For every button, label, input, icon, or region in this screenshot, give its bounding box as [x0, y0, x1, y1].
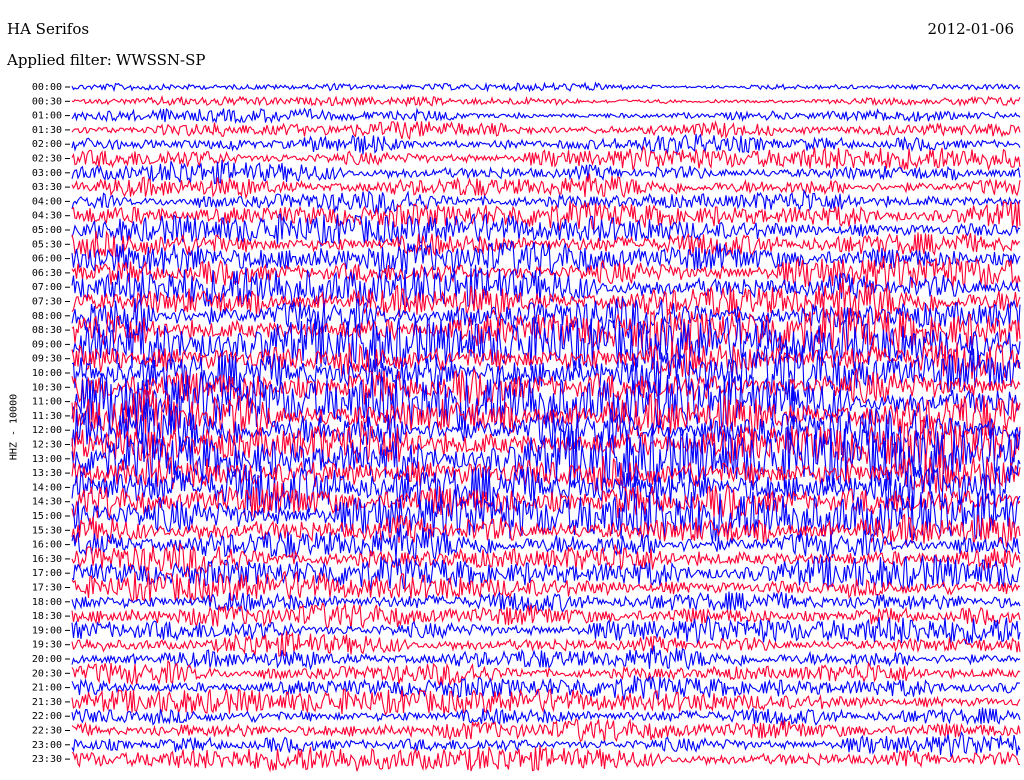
- time-tick-label: 18:30: [32, 611, 62, 622]
- time-tick-label: 07:00: [32, 282, 62, 293]
- time-tick-label: 19:30: [32, 640, 62, 651]
- time-tick-label: 00:00: [32, 82, 62, 93]
- time-tick-label: 11:30: [32, 411, 62, 422]
- trace-row: [71, 745, 1020, 773]
- time-tick-label: 14:00: [32, 482, 62, 493]
- helicorder-plot: 00:00 00:30 01:00 01:30 02:00 02:30 03:00 03:30…: [32, 81, 1021, 773]
- time-tick-label: 23:30: [32, 754, 62, 765]
- trace-row: [71, 145, 1021, 173]
- time-tick-label: 22:30: [32, 726, 62, 737]
- time-tick-label: 10:30: [32, 382, 62, 393]
- time-tick-label: 04:30: [32, 211, 62, 222]
- trace-row: [71, 159, 1021, 185]
- trace-row: [71, 81, 1021, 93]
- time-tick-label: 02:00: [32, 139, 62, 150]
- time-ticks: 00:00 00:30 01:00 01:30 02:00 02:30 03:00 03:30…: [32, 82, 70, 765]
- time-tick-label: 20:00: [32, 654, 62, 665]
- trace-row: [71, 94, 1021, 108]
- time-tick-label: 09:00: [32, 339, 62, 350]
- time-tick-label: 10:00: [32, 368, 62, 379]
- time-tick-label: 17:00: [32, 568, 62, 579]
- time-tick-label: 17:30: [32, 583, 62, 594]
- trace-row: [71, 675, 1020, 701]
- time-tick-label: 20:30: [32, 668, 62, 679]
- time-tick-label: 18:00: [32, 597, 62, 608]
- time-tick-label: 05:00: [32, 225, 62, 236]
- time-tick-label: 07:30: [32, 297, 62, 308]
- time-tick-label: 16:00: [32, 540, 62, 551]
- time-tick-label: 03:30: [32, 182, 62, 193]
- time-tick-label: 14:30: [32, 497, 62, 508]
- time-tick-label: 22:00: [32, 711, 62, 722]
- time-tick-label: 21:00: [32, 683, 62, 694]
- time-tick-label: 21:30: [32, 697, 62, 708]
- trace-row: [71, 717, 1021, 743]
- time-tick-label: 02:30: [32, 154, 62, 165]
- trace-row: [71, 133, 1021, 156]
- time-tick-label: 13:00: [32, 454, 62, 465]
- trace-row: [71, 107, 1021, 125]
- time-tick-label: 12:30: [32, 440, 62, 451]
- time-tick-label: 19:00: [32, 625, 62, 636]
- time-tick-label: 01:30: [32, 125, 62, 136]
- time-tick-label: 05:30: [32, 239, 62, 250]
- time-tick-label: 15:00: [32, 511, 62, 522]
- time-tick-label: 23:00: [32, 740, 62, 751]
- traces: [71, 81, 1021, 773]
- time-tick-label: 15:30: [32, 525, 62, 536]
- time-tick-label: 04:00: [32, 196, 62, 207]
- time-tick-label: 00:30: [32, 96, 62, 107]
- time-tick-label: 08:30: [32, 325, 62, 336]
- time-tick-label: 16:30: [32, 554, 62, 565]
- time-tick-label: 06:00: [32, 254, 62, 265]
- time-tick-label: 11:00: [32, 397, 62, 408]
- time-tick-label: 03:00: [32, 168, 62, 179]
- time-tick-label: 09:30: [32, 354, 62, 365]
- trace-row: [71, 120, 1021, 141]
- time-tick-label: 12:00: [32, 425, 62, 436]
- time-tick-label: 06:30: [32, 268, 62, 279]
- time-tick-label: 01:00: [32, 111, 62, 122]
- trace-row: [71, 706, 1021, 726]
- time-tick-label: 08:00: [32, 311, 62, 322]
- time-tick-label: 13:30: [32, 468, 62, 479]
